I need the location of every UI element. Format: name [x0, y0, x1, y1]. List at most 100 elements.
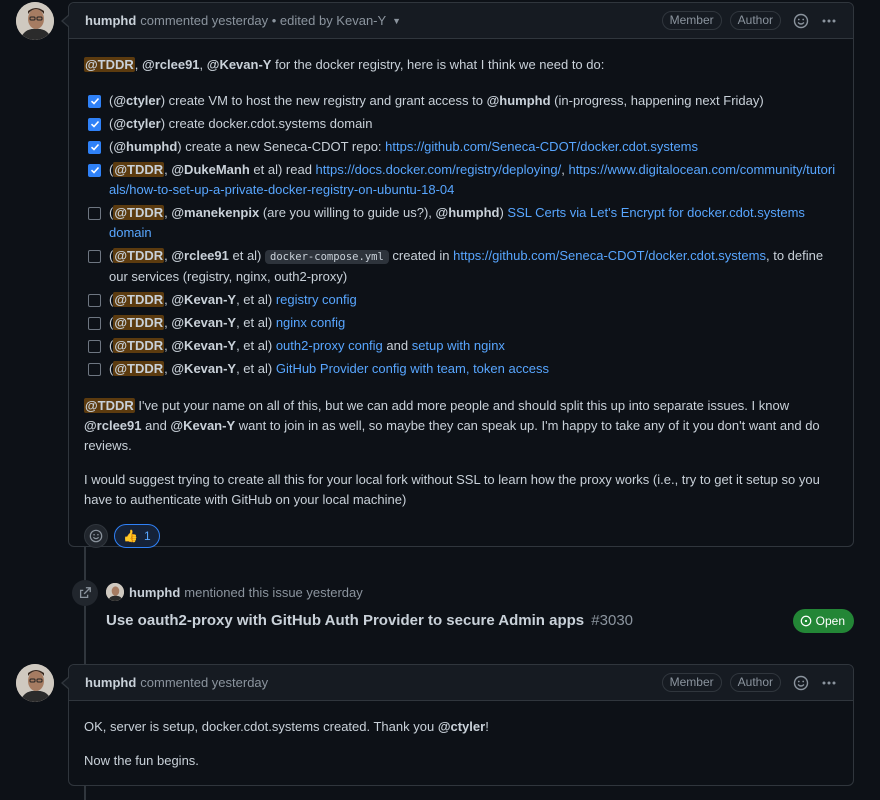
check-icon [90, 97, 99, 105]
task-item: (@ctyler) create docker.cdot.systems dom… [84, 112, 838, 135]
status-badge: Open [792, 609, 854, 633]
comment-meta[interactable]: commented yesterday [140, 675, 268, 690]
checkbox-checked[interactable] [88, 163, 101, 177]
reaction-count: 1 [143, 529, 151, 543]
caret-down-icon[interactable]: ▼ [392, 16, 401, 26]
issue-title[interactable]: Use oauth2-proxy with GitHub Auth Provid… [106, 612, 584, 629]
mention[interactable]: @TDDR [113, 291, 165, 307]
paragraph: Now the fun begins. [84, 753, 199, 768]
text: and [382, 337, 412, 353]
comment-author[interactable]: humphd [85, 13, 136, 28]
member-badge: Member [661, 11, 722, 30]
smiley-icon[interactable] [793, 13, 809, 29]
task-item: (@TDDR, @DukeManh et al) read https://do… [84, 158, 838, 201]
kebab-icon[interactable] [821, 675, 837, 691]
mention[interactable]: @TDDR [113, 360, 165, 376]
mention[interactable]: @manekenpix [171, 205, 259, 220]
text: created in [388, 247, 454, 263]
checkbox-unchecked[interactable] [88, 249, 101, 263]
link[interactable]: setup with nginx [412, 338, 505, 353]
checkbox-checked[interactable] [88, 94, 101, 108]
text: , et al) [236, 360, 276, 376]
paragraph: OK, server is setup, docker.cdot.systems… [84, 717, 838, 737]
comment-body: @TDDR, @rclee91, @Kevan-Y for the docker… [69, 39, 853, 562]
mention[interactable]: @ctyler [113, 116, 160, 131]
status-label: Open [815, 614, 845, 628]
text: et al) [228, 247, 265, 263]
task-item: (@TDDR, @Kevan-Y, et al) registry config [84, 288, 838, 311]
task-item: (@TDDR, @Kevan-Y, et al) outh2-proxy con… [84, 334, 838, 357]
text: ! [485, 719, 489, 734]
mention[interactable]: @humphd [436, 205, 500, 220]
avatar[interactable] [16, 2, 54, 40]
mention[interactable]: @humphd [113, 139, 177, 154]
avatar[interactable] [16, 664, 54, 702]
task-text: (@TDDR, @Kevan-Y, et al) GitHub Provider… [109, 359, 838, 379]
link[interactable]: https://github.com/Seneca-CDOT/docker.cd… [385, 139, 698, 154]
comment-header: humphd commented yesterday Member Author [69, 665, 853, 701]
link[interactable]: https://github.com/Seneca-CDOT/docker.cd… [453, 248, 766, 263]
mention[interactable]: @ctyler [438, 719, 485, 734]
mention[interactable]: @rclee91 [171, 248, 229, 263]
text: ) create a new Seneca-CDOT repo: [177, 138, 386, 154]
mention[interactable]: @Kevan-Y [171, 315, 236, 330]
text: (are you willing to guide us?), [259, 204, 436, 220]
comment-card: humphd commented yesterday • edited by K… [61, 2, 854, 548]
text: , [134, 57, 143, 72]
mention[interactable]: @TDDR [113, 337, 165, 353]
link[interactable]: GitHub Provider config with team, token … [276, 361, 549, 376]
text: , et al) [236, 337, 276, 353]
text: ) create docker.cdot.systems domain [160, 115, 373, 131]
checkbox-unchecked[interactable] [88, 206, 101, 220]
smiley-icon [89, 529, 103, 543]
event-meta[interactable]: mentioned this issue yesterday [184, 585, 362, 600]
mention[interactable]: @Kevan-Y [170, 418, 235, 433]
mention[interactable]: @Kevan-Y [171, 361, 236, 376]
link[interactable]: outh2-proxy config [276, 338, 383, 353]
author-badge: Author [729, 673, 781, 692]
mention[interactable]: @TDDR [113, 204, 165, 220]
event-author[interactable]: humphd [129, 585, 180, 600]
check-icon [90, 120, 99, 128]
thumbs-up-icon: 👍 [123, 529, 138, 543]
checkbox-checked[interactable] [88, 117, 101, 131]
comment-card: humphd commented yesterday Member Author… [61, 664, 854, 786]
checkbox-checked[interactable] [88, 140, 101, 154]
mention[interactable]: @TDDR [113, 161, 165, 177]
link[interactable]: registry config [276, 292, 357, 307]
comment-meta[interactable]: commented yesterday • edited by Kevan-Y [140, 13, 386, 28]
mention[interactable]: @TDDR [113, 247, 165, 263]
mention[interactable]: @TDDR [84, 398, 135, 413]
mention[interactable]: @humphd [487, 93, 551, 108]
referenced-issue-link[interactable]: Use oauth2-proxy with GitHub Auth Provid… [106, 612, 633, 629]
link[interactable]: https://docs.docker.com/registry/deployi… [316, 162, 562, 177]
checkbox-unchecked[interactable] [88, 293, 101, 307]
task-text: (@TDDR, @manekenpix (are you willing to … [109, 203, 838, 243]
mention[interactable]: @TDDR [113, 314, 165, 330]
comment-author[interactable]: humphd [85, 675, 136, 690]
avatar[interactable] [106, 583, 124, 601]
task-item: (@TDDR, @manekenpix (are you willing to … [84, 201, 838, 244]
thumbs-up-reaction[interactable]: 👍 1 [114, 524, 160, 548]
task-text: (@ctyler) create docker.cdot.systems dom… [109, 114, 838, 134]
mention[interactable]: @TDDR [84, 57, 135, 72]
checkbox-unchecked[interactable] [88, 339, 101, 353]
link[interactable]: nginx config [276, 315, 345, 330]
text: , et al) [236, 314, 276, 330]
task-item: (@TDDR, @rclee91 et al) docker-compose.y… [84, 244, 838, 288]
checkbox-unchecked[interactable] [88, 316, 101, 330]
mention[interactable]: @rclee91 [142, 57, 200, 72]
mention[interactable]: @Kevan-Y [207, 57, 272, 72]
checkbox-unchecked[interactable] [88, 362, 101, 376]
add-reaction-button[interactable] [84, 524, 108, 548]
smiley-icon[interactable] [793, 675, 809, 691]
mention[interactable]: @DukeManh [171, 162, 249, 177]
mention[interactable]: @ctyler [113, 93, 160, 108]
mention[interactable]: @Kevan-Y [171, 338, 236, 353]
event-header: humphd mentioned this issue yesterday [106, 583, 363, 601]
mention[interactable]: @Kevan-Y [171, 292, 236, 307]
mention[interactable]: @rclee91 [84, 418, 142, 433]
kebab-icon[interactable] [821, 13, 837, 29]
task-item: (@humphd) create a new Seneca-CDOT repo:… [84, 135, 838, 158]
task-item: (@ctyler) create VM to host the new regi… [84, 89, 838, 112]
